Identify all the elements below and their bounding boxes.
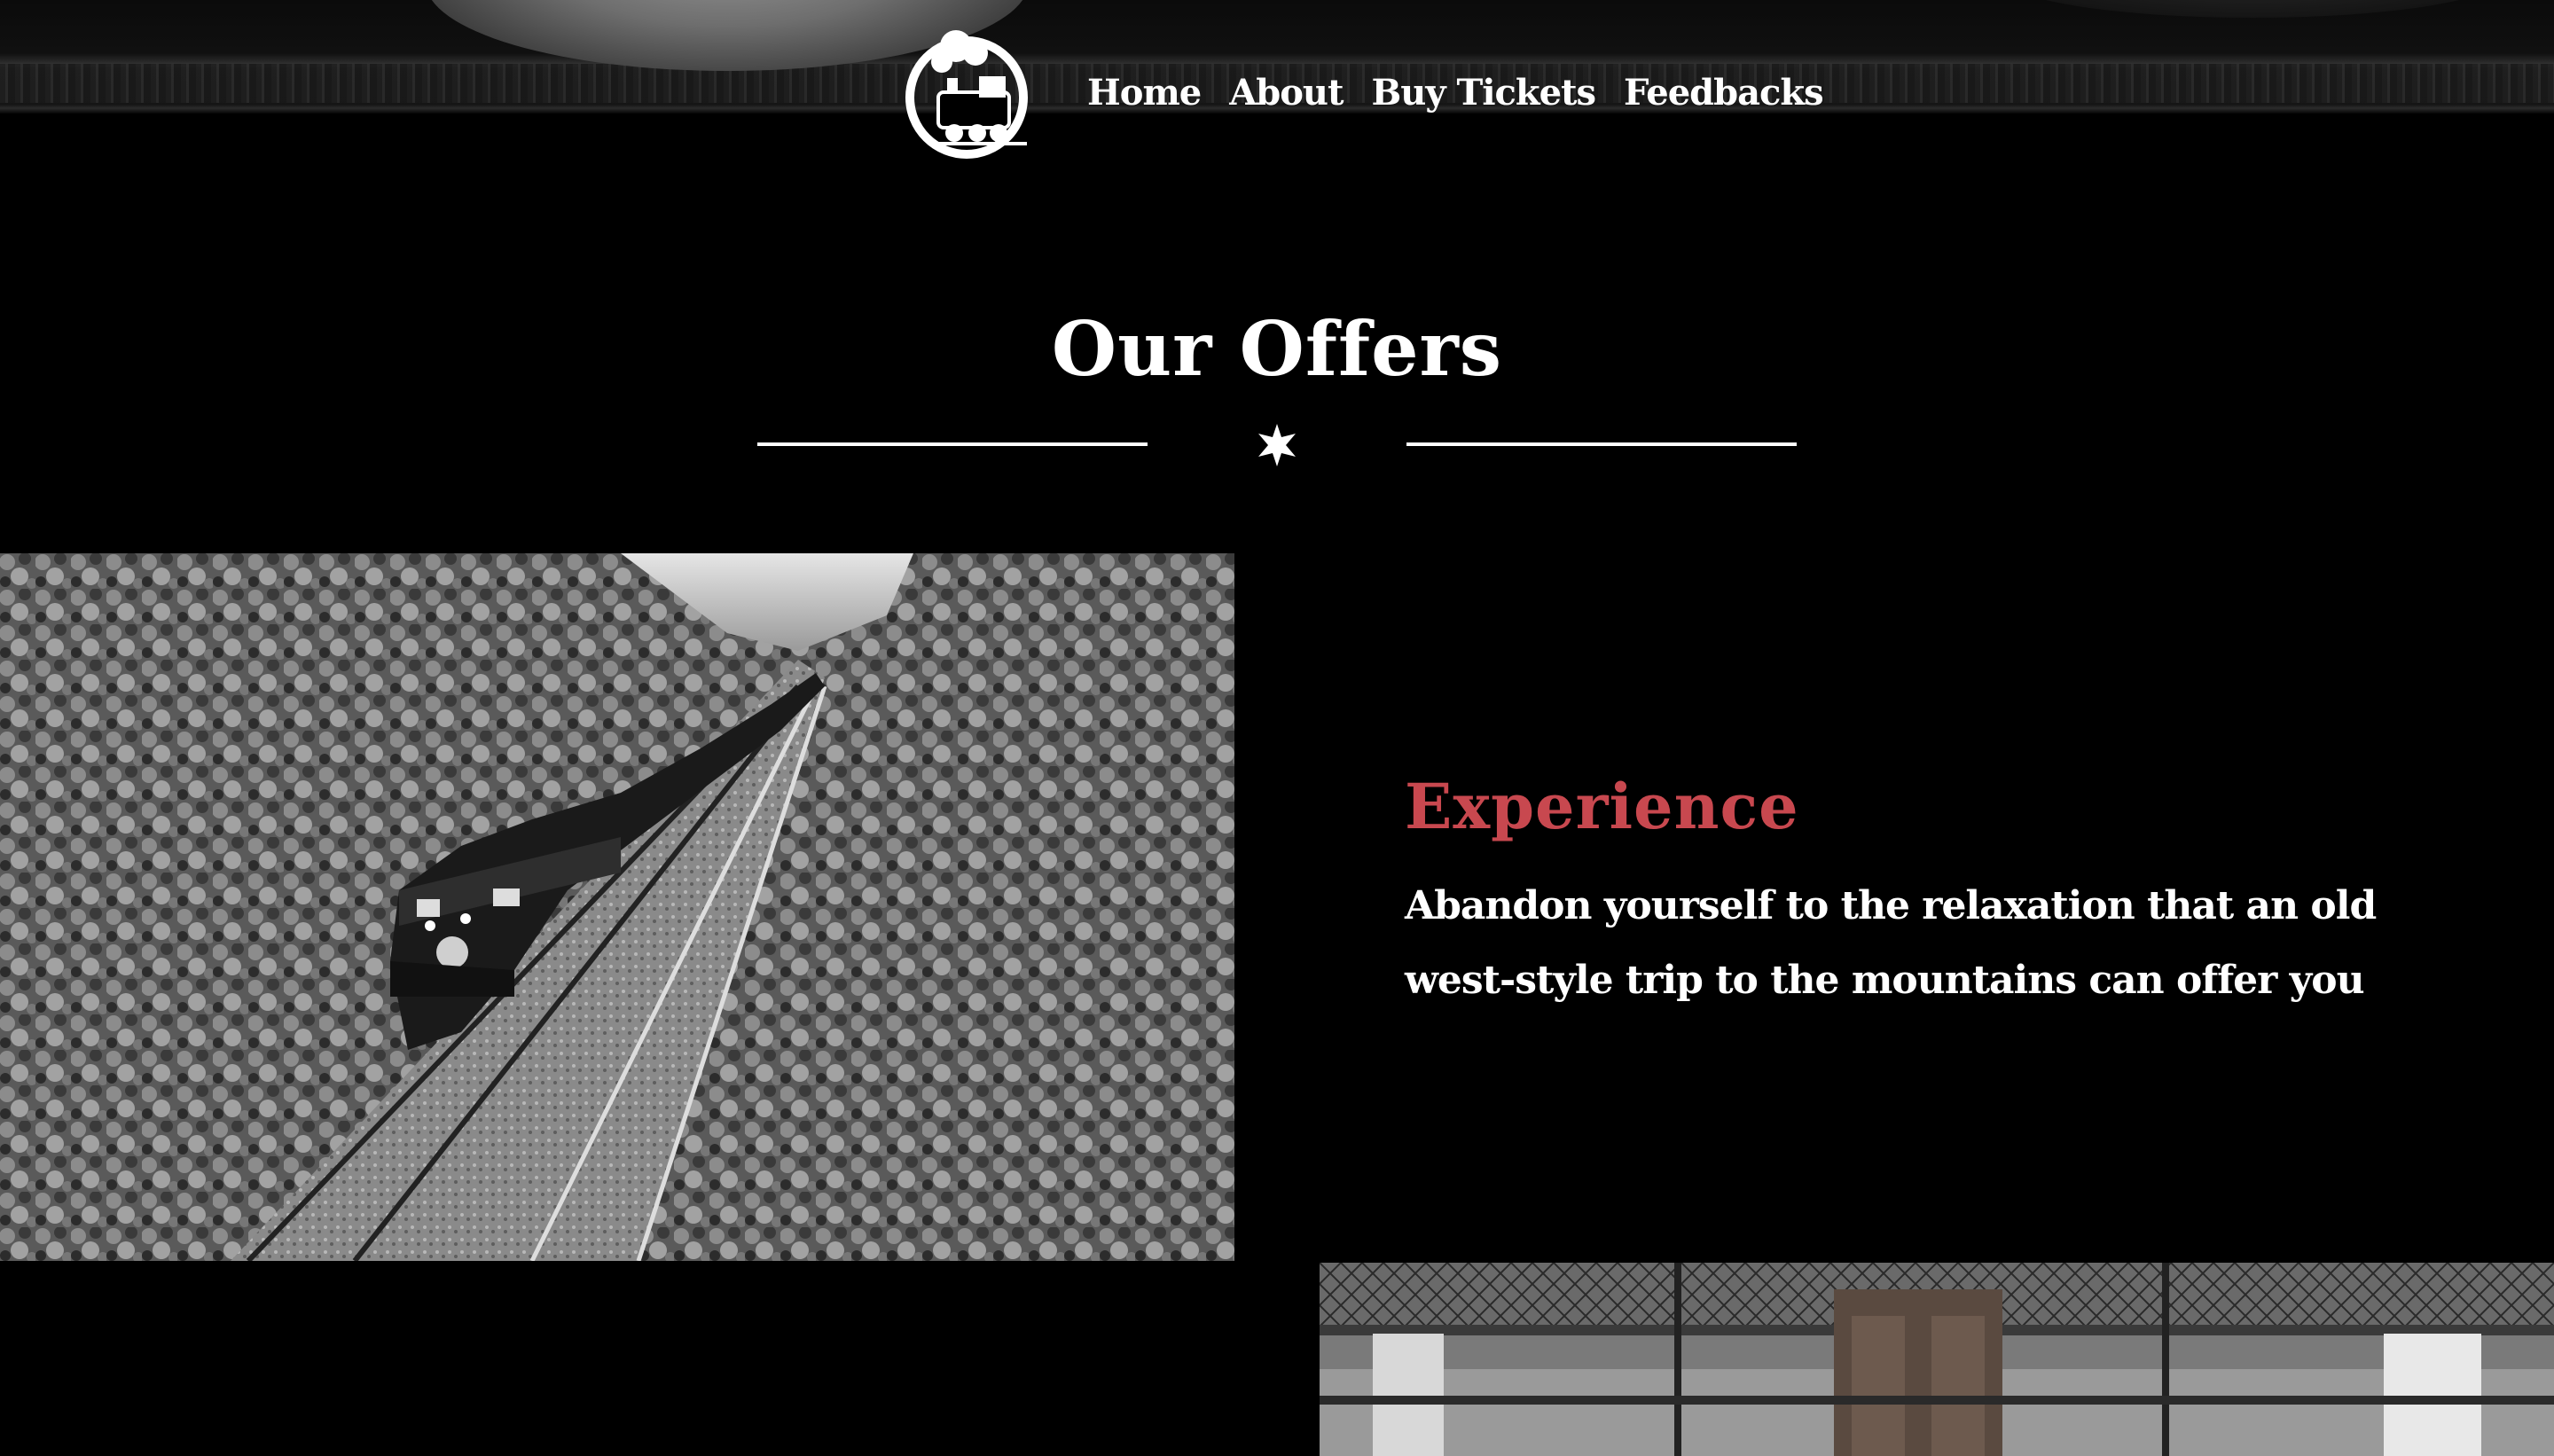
nav-about[interactable]: About bbox=[1229, 72, 1344, 114]
nav-buy-tickets[interactable]: Buy Tickets bbox=[1372, 72, 1597, 114]
train-in-forest-photo bbox=[0, 553, 1234, 1261]
main-nav: Home About Buy Tickets Feedbacks bbox=[1087, 69, 1824, 115]
offer-description: Abandon yourself to the relaxation that … bbox=[1405, 883, 2377, 1003]
section-title: Our Offers bbox=[1051, 305, 1503, 393]
nav-feedbacks[interactable]: Feedbacks bbox=[1624, 72, 1824, 114]
train-interior-photo bbox=[1320, 1263, 2554, 1456]
offer-heading: Experience bbox=[1405, 770, 1799, 843]
locomotive-logo-icon[interactable] bbox=[903, 27, 1036, 160]
divider-line-left bbox=[757, 442, 1148, 446]
star-icon bbox=[1258, 424, 1296, 466]
divider-line-right bbox=[1406, 442, 1797, 446]
nav-home[interactable]: Home bbox=[1087, 72, 1202, 114]
